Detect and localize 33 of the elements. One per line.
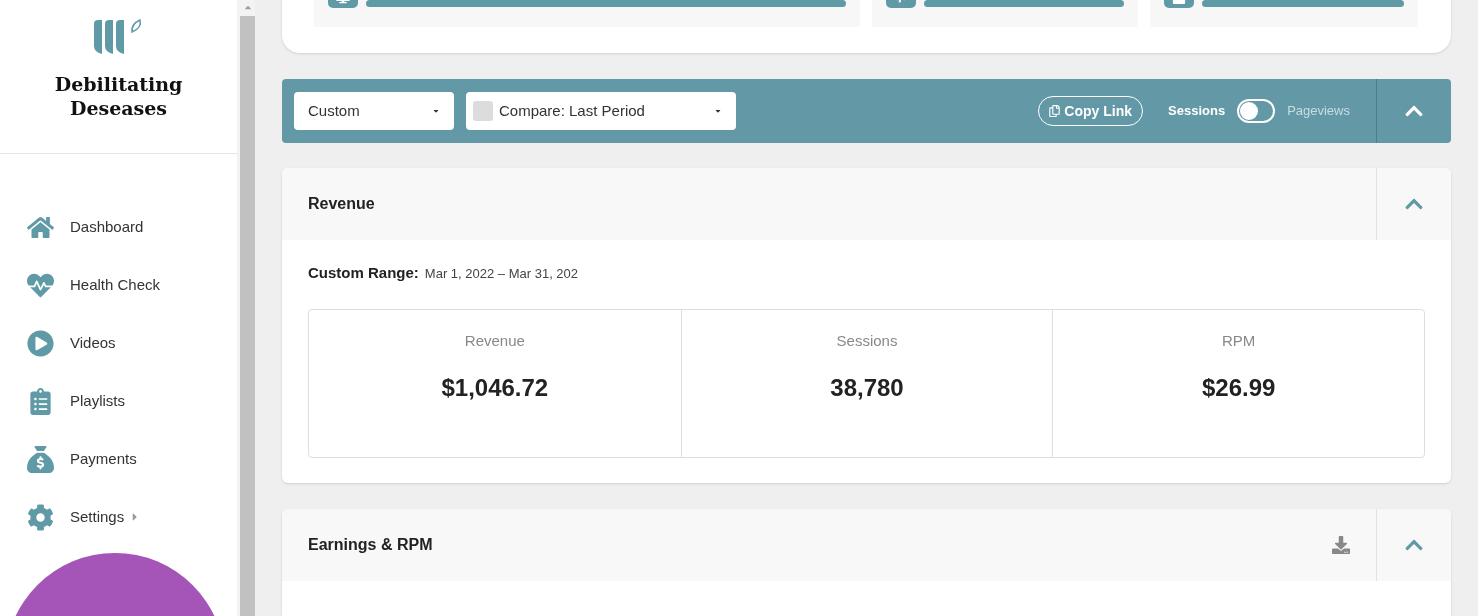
money-bag-icon: [27, 445, 54, 473]
metric-value: $26.99: [1201, 373, 1276, 404]
metric-value: $1,046.72: [441, 373, 549, 404]
toggle-label: Pageviews: [1287, 102, 1350, 121]
copy-icon: [1049, 105, 1061, 117]
range-label: Custom Range:: [308, 263, 419, 284]
settings-icon: [27, 503, 54, 531]
card-title: Earnings & RPM: [307, 534, 434, 555]
download-icon: [1332, 535, 1350, 554]
metric-label: Sessions: [836, 330, 898, 351]
list-icon: [27, 387, 54, 415]
heartbeat-icon: [27, 271, 54, 299]
sidebar-item[interactable]: Dashboard: [27, 198, 237, 256]
metric-label: RPM: [1222, 330, 1256, 351]
caret-icon: [714, 107, 722, 115]
card-title: Revenue: [307, 194, 376, 215]
range-value: Mar 1, 2022 – Mar 31, 202: [424, 265, 579, 284]
sidebar-item[interactable]: Playlists: [27, 372, 237, 430]
sidebar-item[interactable]: Videos: [27, 314, 237, 372]
caret-icon: [432, 107, 440, 115]
sidebar-item[interactable]: Health Check: [27, 256, 237, 314]
metric-label: Revenue: [464, 330, 525, 351]
brand-name: Debilitating Deseases: [53, 72, 184, 120]
sidebar-item[interactable]: Payments: [27, 430, 237, 488]
toggle-switch[interactable]: [1237, 99, 1276, 123]
metric-value: 38,780: [830, 373, 904, 404]
range-select[interactable]: Custom: [294, 92, 454, 130]
sidebar-item[interactable]: Settings: [27, 488, 237, 546]
play-icon: [27, 329, 54, 357]
compare-select[interactable]: Compare: Last Period: [466, 92, 736, 130]
compare-checkbox[interactable]: [473, 101, 493, 121]
download-button[interactable]: [1332, 535, 1350, 554]
toggle-label: Sessions: [1168, 102, 1226, 121]
